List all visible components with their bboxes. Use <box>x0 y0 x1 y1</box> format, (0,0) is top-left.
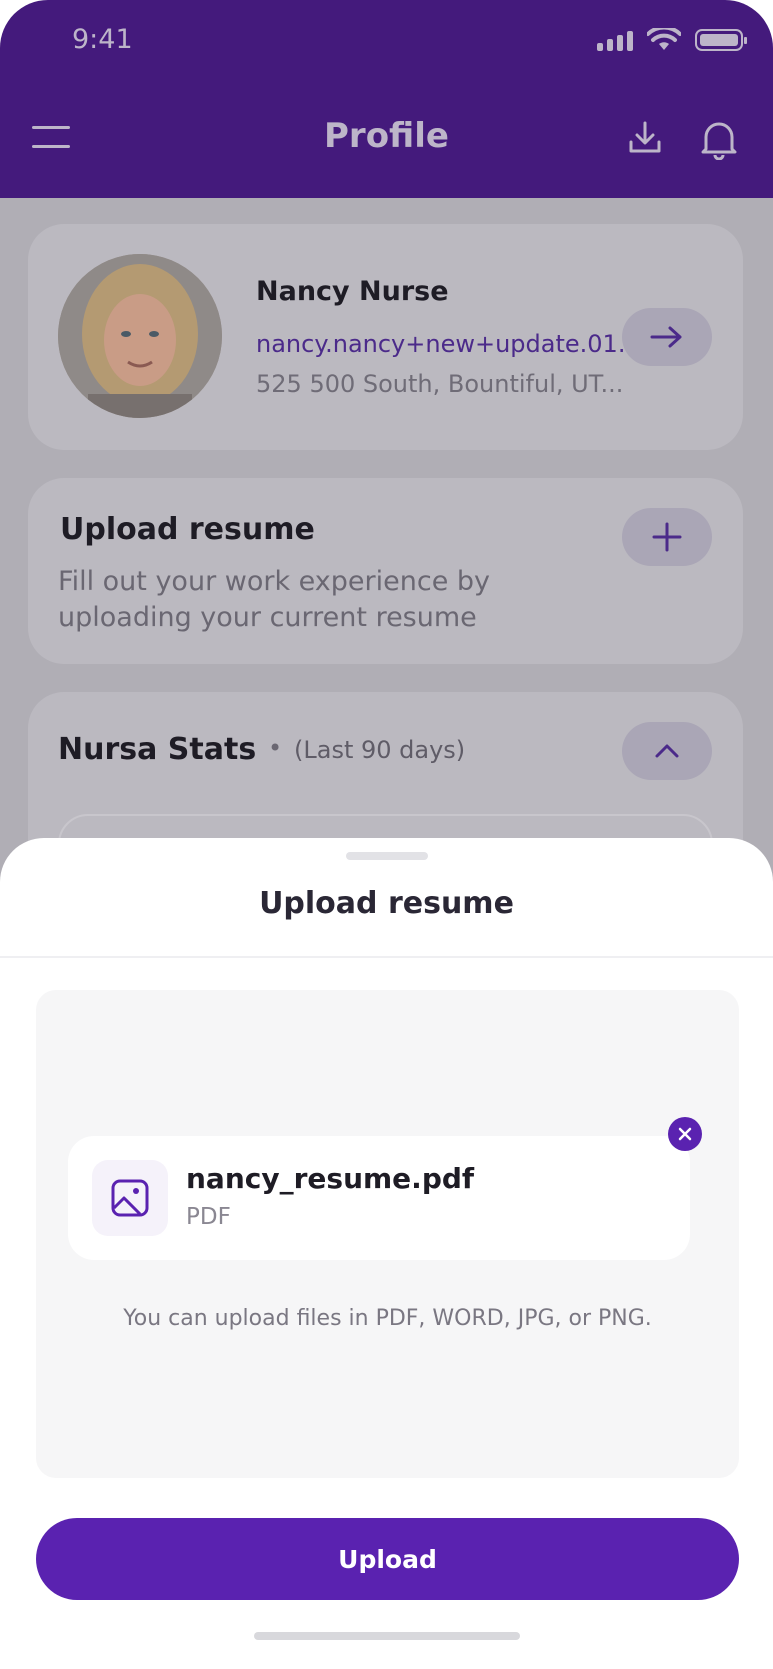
upload-resume-title: Upload resume <box>60 512 315 547</box>
image-file-icon <box>111 1179 149 1217</box>
profile-details-button[interactable] <box>622 308 712 366</box>
chevron-up-icon <box>655 744 679 758</box>
sheet-title: Upload resume <box>259 886 514 921</box>
close-icon <box>678 1127 692 1141</box>
battery-icon <box>695 29 747 51</box>
status-time: 9:41 <box>72 24 133 55</box>
app-header: 9:41 Profile <box>0 0 773 198</box>
collapse-stats-button[interactable] <box>622 722 712 780</box>
stats-separator: • <box>268 734 283 762</box>
sheet-divider <box>0 956 773 958</box>
profile-name: Nancy Nurse <box>256 276 449 307</box>
file-dropzone[interactable]: nancy_resume.pdf PDF You can upload file… <box>36 990 739 1478</box>
file-thumbnail <box>92 1160 168 1236</box>
selected-file-card: nancy_resume.pdf PDF <box>68 1136 690 1260</box>
status-icons <box>597 28 747 52</box>
upload-resume-description: Fill out your work experience by uploadi… <box>58 566 491 633</box>
profile-address: 525 500 South, Bountiful, UT... <box>256 370 624 398</box>
home-indicator <box>254 1632 520 1640</box>
upload-resume-card[interactable]: Upload resume Fill out your work experie… <box>28 478 743 664</box>
notification-bell-icon[interactable] <box>700 118 738 160</box>
profile-email: nancy.nancy+new+update.01... <box>256 330 641 358</box>
arrow-right-icon <box>650 326 682 348</box>
sheet-grabber[interactable] <box>346 852 428 860</box>
stats-title: Nursa Stats <box>58 732 257 767</box>
file-format-hint: You can upload files in PDF, WORD, JPG, … <box>123 1306 652 1331</box>
profile-card[interactable]: Nancy Nurse nancy.nancy+new+update.01...… <box>28 224 743 450</box>
remove-file-button[interactable] <box>668 1117 702 1151</box>
wifi-icon <box>647 28 681 50</box>
stats-period: (Last 90 days) <box>294 736 466 764</box>
download-icon[interactable] <box>628 120 662 156</box>
plus-icon <box>652 522 682 552</box>
avatar <box>58 254 222 418</box>
file-name: nancy_resume.pdf <box>186 1162 475 1195</box>
add-resume-button[interactable] <box>622 508 712 566</box>
upload-button[interactable]: Upload <box>36 1518 739 1600</box>
cellular-signal-icon <box>597 29 633 51</box>
file-type: PDF <box>186 1204 231 1230</box>
app-screen: 9:41 Profile Nancy Nurse nancy.nancy+new… <box>0 0 773 1669</box>
